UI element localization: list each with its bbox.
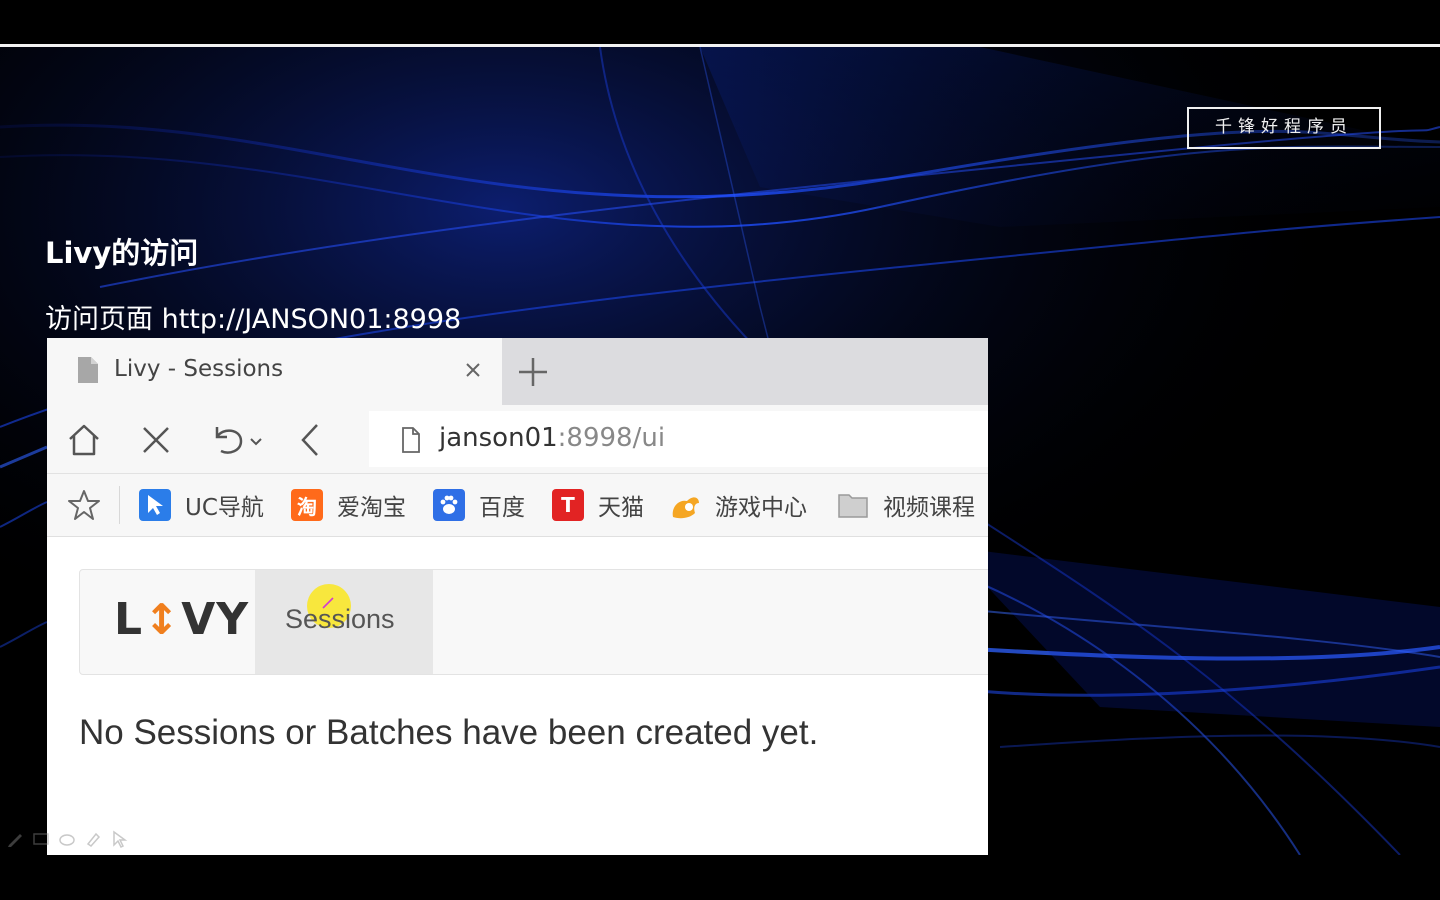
- livy-page-content: L ↕ VY Sessions No Sessions or Batches hav…: [47, 537, 988, 855]
- bookmark-label: 天猫: [598, 495, 644, 521]
- undo-history-icon[interactable]: [209, 421, 267, 459]
- presentation-slide: 千锋好程序员 Livy的访问 访问页面 http://JANSON01:8998…: [0, 0, 1440, 900]
- brand-label: 千锋好程序员: [1187, 107, 1381, 149]
- tmall-icon: T: [552, 489, 584, 521]
- address-url[interactable]: janson01:8998/ui: [439, 423, 665, 453]
- uc-nav-icon: [139, 489, 171, 521]
- url-host: janson01: [439, 423, 558, 453]
- star-bookmark-icon[interactable]: [67, 488, 101, 522]
- address-bar[interactable]: janson01:8998/ui: [369, 411, 988, 467]
- bookmark-label: 游戏中心: [715, 495, 807, 521]
- nav-sessions-tab[interactable]: Sessions: [255, 570, 433, 674]
- stop-close-icon[interactable]: [137, 421, 175, 459]
- screen-tool-icon[interactable]: [32, 830, 50, 848]
- bookmark-divider: [119, 486, 120, 524]
- home-icon[interactable]: [65, 421, 103, 459]
- bookmark-label: UC导航: [185, 495, 264, 521]
- bookmark-label: 爱淘宝: [337, 495, 406, 521]
- url-port-path: :8998/ui: [557, 423, 666, 453]
- pointer-tool-icon[interactable]: [110, 830, 128, 848]
- browser-tab-active[interactable]: Livy - Sessions: [47, 338, 502, 405]
- bookmark-uc-nav[interactable]: UC导航: [139, 486, 264, 524]
- bookmark-label: 视频课程: [883, 495, 975, 521]
- bookmark-tmall[interactable]: T 天猫: [552, 486, 644, 524]
- baidu-paw-icon: [433, 489, 465, 521]
- bookmark-baidu[interactable]: 百度: [433, 486, 525, 524]
- folder-icon: [837, 489, 869, 521]
- browser-tab-bar: Livy - Sessions: [47, 338, 988, 405]
- bookmark-label: 百度: [479, 495, 525, 521]
- pen-tool-icon[interactable]: [6, 830, 24, 848]
- new-tab-plus-icon[interactable]: [513, 352, 553, 392]
- logo-letters-vy: VY: [181, 594, 250, 645]
- taobao-icon: 淘: [291, 489, 323, 521]
- slide-subtitle: 访问页面 http://JANSON01:8998: [45, 304, 462, 335]
- bookmark-video-course[interactable]: 视频课程: [837, 486, 975, 524]
- presentation-toolbar: [6, 830, 128, 850]
- sessions-label: Sessions: [285, 604, 395, 634]
- browser-window-screenshot: Livy - Sessions janson01:8998/ui UC导航 淘 …: [47, 338, 988, 855]
- logo-letter-l: L: [114, 594, 144, 645]
- page-info-icon: [402, 427, 420, 453]
- browser-navigation-bar: janson01:8998/ui: [47, 405, 988, 474]
- bookmark-taobao[interactable]: 淘 爱淘宝: [291, 486, 406, 524]
- bottom-black-bar: [0, 855, 1440, 900]
- tab-title: Livy - Sessions: [114, 356, 284, 382]
- eraser-tool-icon[interactable]: [58, 830, 76, 848]
- close-tab-icon[interactable]: [461, 358, 485, 382]
- document-icon: [78, 357, 98, 383]
- game-center-icon: [669, 489, 701, 521]
- bookmarks-bar: UC导航 淘 爱淘宝 百度 T 天猫 游戏中心 视频课程: [47, 474, 988, 538]
- logo-arrow-icon: ↕: [144, 595, 181, 644]
- bookmark-game-center[interactable]: 游戏中心: [669, 486, 807, 524]
- slide-title: Livy的访问: [45, 236, 199, 270]
- livy-logo[interactable]: L ↕ VY: [114, 594, 249, 645]
- back-arrow-icon[interactable]: [293, 421, 331, 459]
- highlighter-tool-icon[interactable]: [84, 830, 102, 848]
- livy-navbar: L ↕ VY Sessions: [79, 569, 988, 675]
- empty-state-message: No Sessions or Batches have been created…: [79, 713, 819, 752]
